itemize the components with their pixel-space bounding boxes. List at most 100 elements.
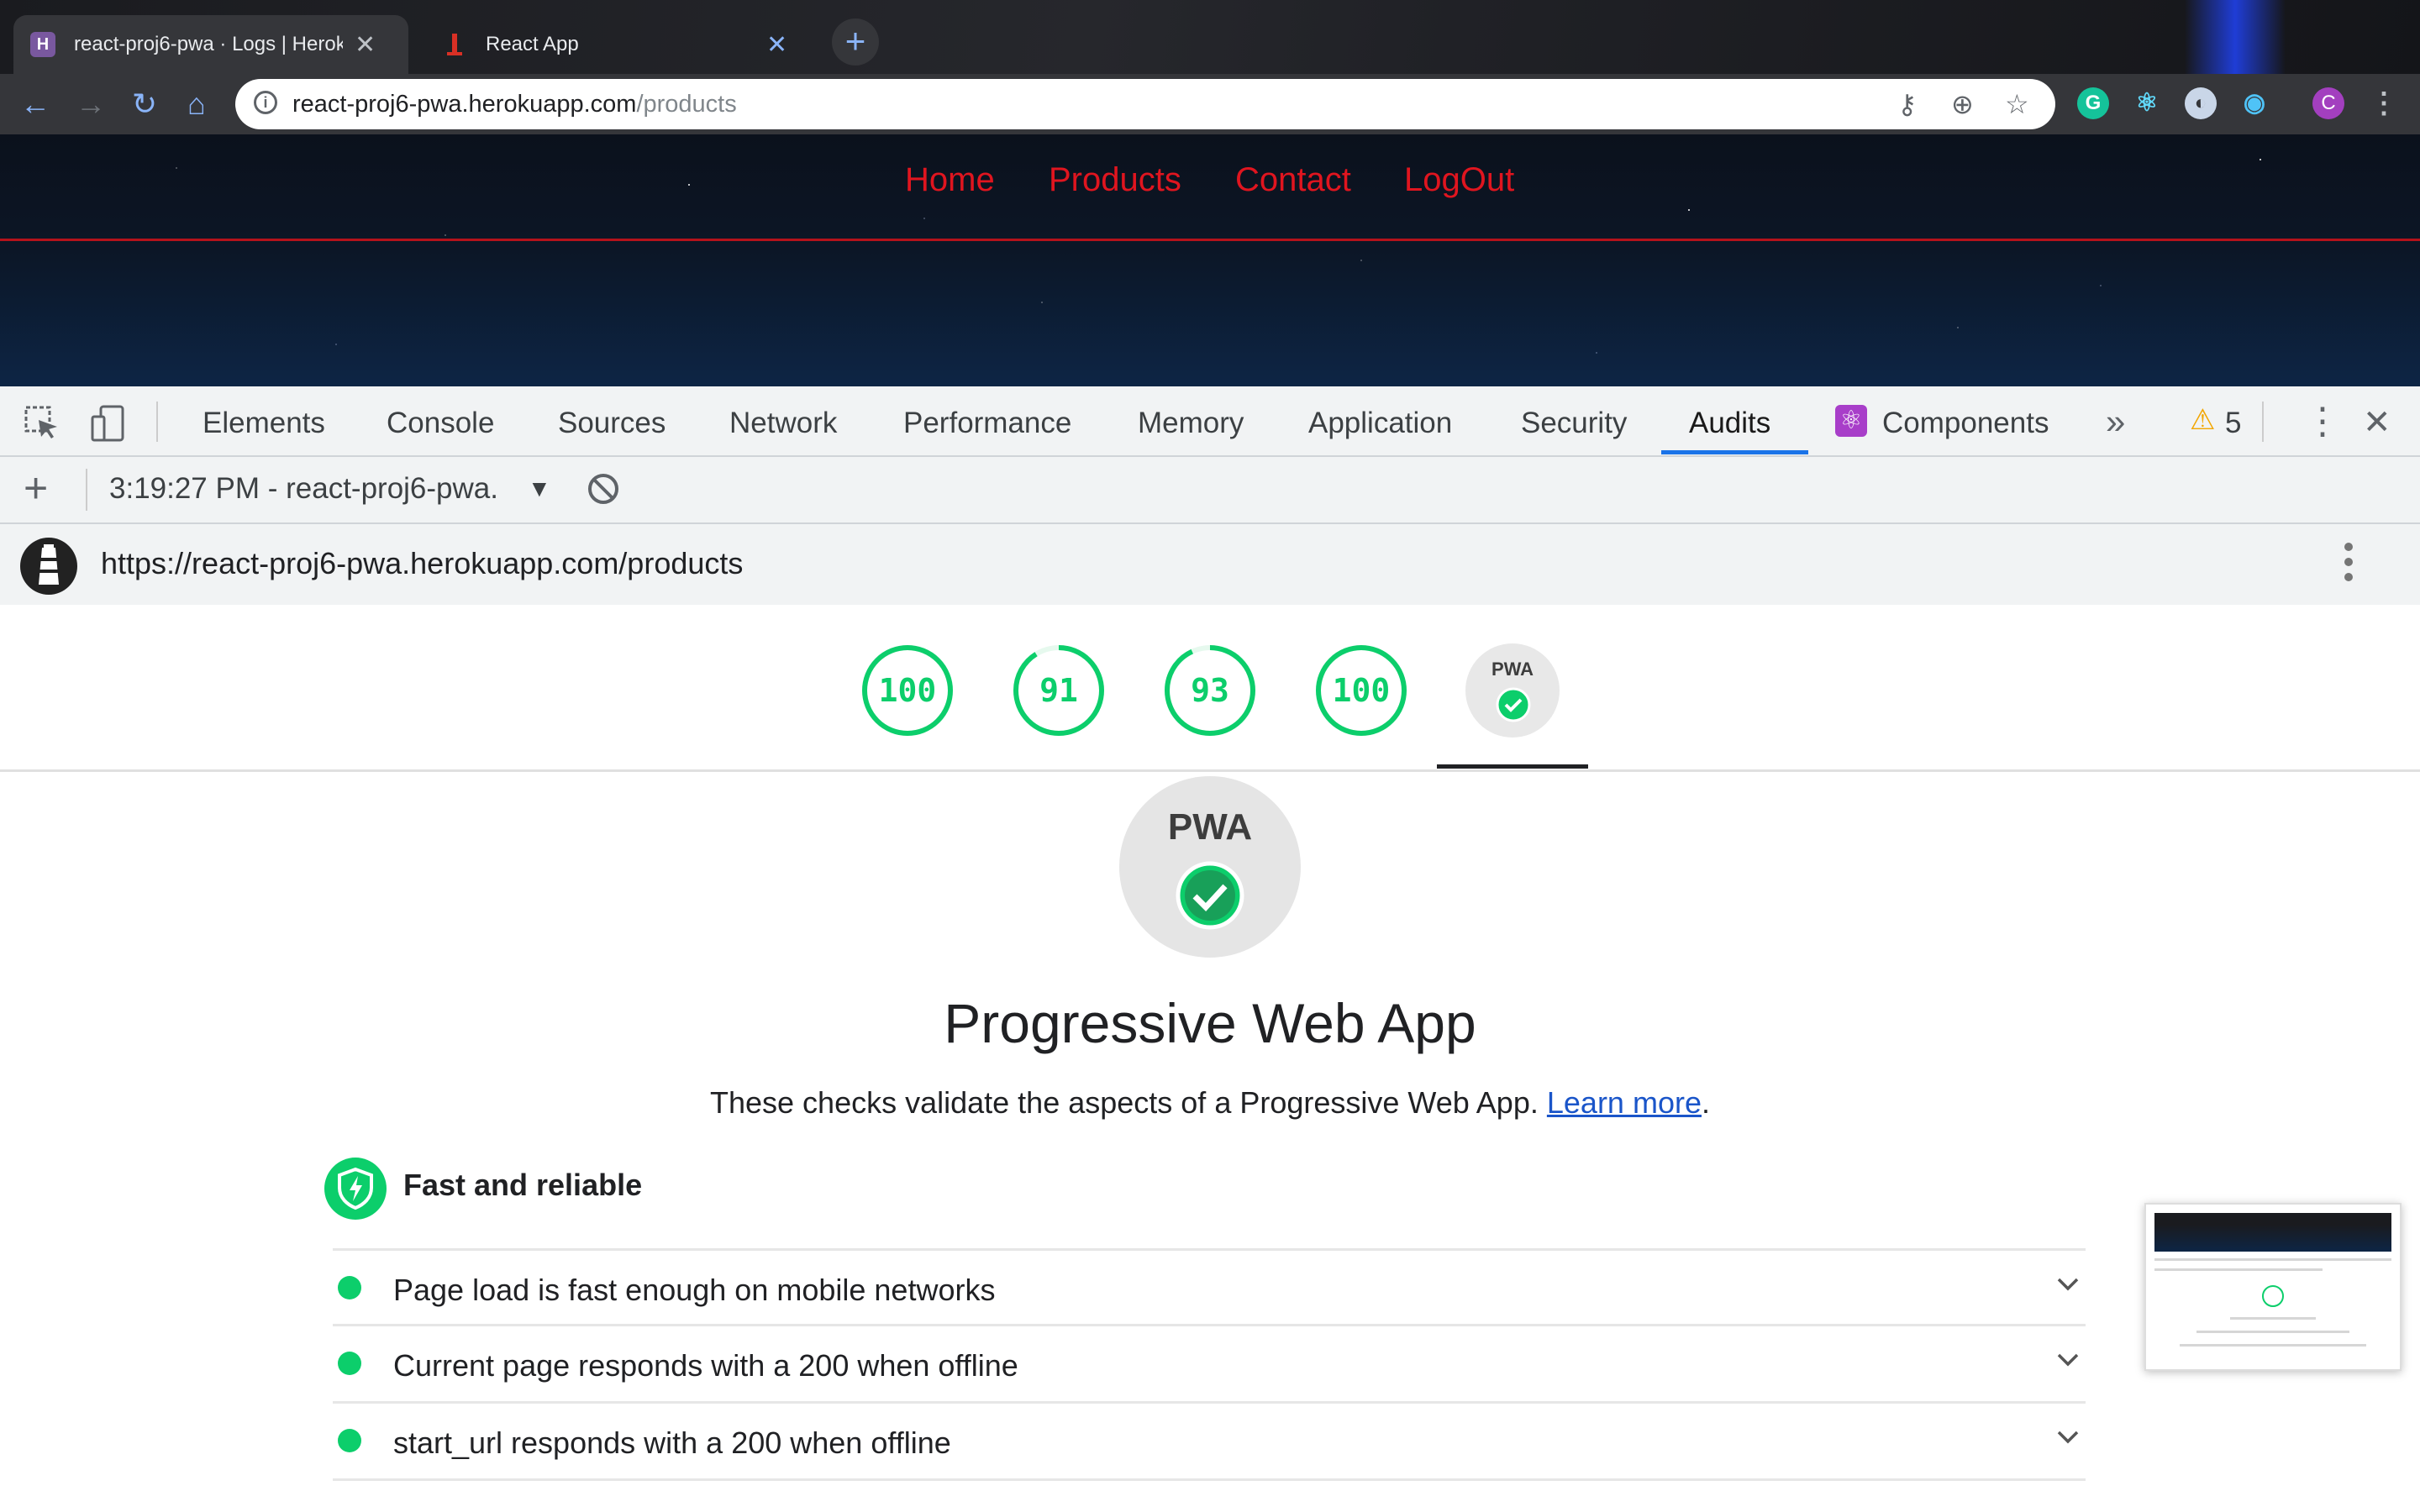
tab-elements[interactable]: Elements (203, 407, 325, 440)
thumbnail-score-ring (2262, 1285, 2284, 1307)
learn-more-link[interactable]: Learn more (1547, 1085, 1702, 1120)
thumbnail-line (2230, 1317, 2316, 1320)
toolbar-divider (156, 402, 158, 442)
chevron-down-icon[interactable] (2054, 1345, 2082, 1373)
thumbnail-line (2154, 1268, 2323, 1271)
audit-row[interactable]: Page load is fast enough on mobile netwo… (333, 1248, 2086, 1326)
tab-network[interactable]: Network (729, 407, 837, 440)
eye-extension-icon[interactable]: ◉ (2238, 87, 2270, 119)
tab-performance[interactable]: Performance (903, 407, 1071, 440)
web-page-viewport: Home Products Contact LogOut (0, 134, 2420, 386)
audit-title: start_url responds with a 200 when offli… (393, 1425, 951, 1460)
tab-security[interactable]: Security (1521, 407, 1627, 440)
home-icon[interactable]: ⌂ (173, 81, 220, 128)
profile-avatar[interactable]: C (2312, 87, 2344, 119)
thumbnail-line (2154, 1258, 2391, 1261)
gauge-score: 100 (878, 672, 937, 709)
audit-title: Page load is fast enough on mobile netwo… (393, 1273, 996, 1307)
category-title: Progressive Web App (944, 992, 1476, 1054)
tab-console[interactable]: Console (387, 407, 494, 440)
thumbnail-header (2154, 1213, 2391, 1252)
fast-reliable-group-icon (324, 1158, 387, 1220)
chevron-down-icon[interactable]: ▼ (528, 475, 551, 502)
bookmark-star-icon[interactable]: ☆ (2005, 89, 2029, 119)
new-audit-plus-icon[interactable]: + (24, 467, 48, 509)
chevron-down-icon[interactable] (2054, 1269, 2082, 1298)
devtools-tab-bar: Elements Console Sources Network Perform… (0, 386, 2420, 457)
more-tabs-chevron-icon[interactable]: » (2106, 402, 2125, 442)
extension-icon[interactable]: ◐ (2185, 87, 2217, 119)
pass-status-dot (338, 1429, 361, 1452)
gauge-pwa[interactable]: PWA (1465, 643, 1560, 738)
pwa-badge-small: PWA (1465, 659, 1560, 680)
new-tab-plus-icon[interactable]: + (832, 18, 879, 66)
screenshot-thumbnail[interactable] (2144, 1203, 2402, 1371)
category-description: These checks validate the aspects of a P… (709, 1085, 1710, 1120)
score-gauges: PWA 100 91 93 100 (0, 605, 2420, 772)
nav-link-logout[interactable]: LogOut (1404, 161, 1514, 199)
nav-link-home[interactable]: Home (905, 161, 995, 199)
pwa-category-badge: PWA (1119, 776, 1301, 958)
nav-link-contact[interactable]: Contact (1235, 161, 1351, 199)
inspect-element-icon[interactable] (24, 405, 60, 442)
check-icon (1496, 687, 1531, 722)
address-url: react-proj6-pwa.herokuapp.com/products (292, 91, 737, 118)
audit-row[interactable]: start_url responds with a 200 when offli… (333, 1401, 2086, 1479)
browser-menu-icon[interactable]: ⋮ (2368, 87, 2400, 119)
nav-link-products[interactable]: Products (1049, 161, 1181, 199)
selected-gauge-indicator (1437, 764, 1588, 769)
pass-status-dot (338, 1352, 361, 1375)
gauge-seo[interactable]: 100 (1314, 643, 1408, 738)
heroku-icon: H (30, 32, 55, 57)
site-navbar: Home Products Contact LogOut (0, 134, 2420, 241)
gauge-accessibility[interactable]: 91 (1012, 643, 1106, 738)
react-devtools-icon[interactable]: ⚛ (2131, 87, 2163, 119)
devtools-menu-kebab-icon[interactable]: ⋮ (2304, 400, 2341, 443)
category-description-text: These checks validate the aspects of a P… (709, 1085, 1539, 1120)
close-devtools-icon[interactable]: ✕ (2363, 403, 2391, 442)
audit-row[interactable]: Current page responds with a 200 when of… (333, 1324, 2086, 1402)
audit-run-select[interactable]: 3:19:27 PM - react-proj6-pwa. (109, 472, 498, 506)
address-host: react-proj6-pwa.herokuapp.com (292, 91, 637, 118)
report-menu-kebab-icon[interactable] (2344, 543, 2354, 588)
pwa-badge-small-text: PWA (1491, 659, 1534, 680)
clear-block-icon[interactable] (587, 472, 620, 506)
check-icon (1176, 861, 1244, 930)
warning-count[interactable]: 5 (2225, 407, 2241, 440)
audits-toolbar: + 3:19:27 PM - react-proj6-pwa. ▼ (0, 457, 2420, 524)
toolbar-divider (86, 469, 87, 511)
chevron-down-icon[interactable] (2054, 1422, 2082, 1451)
tab-audits[interactable]: Audits (1689, 407, 1770, 440)
thumbnail-line (2196, 1331, 2349, 1333)
tab-strip-glow (2185, 0, 2286, 79)
report-url-bar: https://react-proj6-pwa.herokuapp.com/pr… (0, 524, 2420, 605)
tab-components[interactable]: Components (1882, 407, 2049, 440)
address-path: /products (636, 91, 737, 118)
key-icon[interactable]: ⚷ (1897, 89, 1917, 119)
close-icon[interactable]: ✕ (766, 30, 787, 60)
audit-title: Current page responds with a 200 when of… (393, 1348, 1018, 1383)
gauge-best-practices[interactable]: 93 (1163, 643, 1257, 738)
tab-sources[interactable]: Sources (558, 407, 666, 440)
warning-icon[interactable]: ⚠ (2190, 403, 2215, 437)
back-arrow-icon[interactable]: ← (12, 81, 59, 128)
address-bar[interactable]: i react-proj6-pwa.herokuapp.com/products… (235, 79, 2055, 129)
tab-application[interactable]: Application (1308, 407, 1452, 440)
gauge-score: 93 (1191, 672, 1229, 709)
gauge-performance[interactable]: 100 (860, 643, 955, 738)
zoom-icon[interactable]: ⊕ (1951, 89, 1974, 119)
site-info-icon[interactable]: i (254, 91, 277, 114)
browser-tab-react-app[interactable]: React App ✕ (425, 15, 820, 74)
gauge-score: 91 (1039, 672, 1078, 709)
forward-arrow-icon[interactable]: → (67, 81, 114, 128)
grammarly-icon[interactable]: G (2077, 87, 2109, 119)
report-url: https://react-proj6-pwa.herokuapp.com/pr… (101, 546, 744, 580)
pwa-badge-large-text: PWA (1167, 806, 1253, 848)
device-toolbar-icon[interactable] (89, 403, 126, 444)
close-icon[interactable]: ✕ (355, 30, 376, 60)
tab-memory[interactable]: Memory (1138, 407, 1244, 440)
reload-icon[interactable]: ↻ (121, 81, 168, 128)
audit-group-title: Fast and reliable (403, 1168, 643, 1202)
audit-list-divider (333, 1478, 2086, 1481)
browser-tab-heroku[interactable]: H react-proj6-pwa · Logs | Heroku ✕ (13, 15, 408, 74)
